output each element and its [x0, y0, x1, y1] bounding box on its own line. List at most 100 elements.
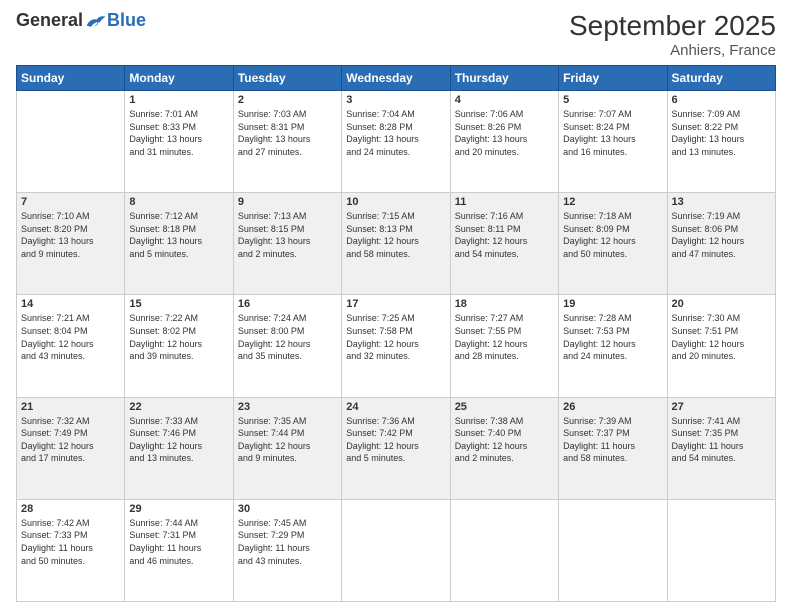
calendar-cell: 24 Sunrise: 7:36 AM Sunset: 7:42 PM Dayli…	[342, 397, 450, 499]
calendar-week-row-2: 7 Sunrise: 7:10 AM Sunset: 8:20 PM Daylig…	[17, 193, 776, 295]
day-number: 18	[455, 298, 554, 310]
day-info: Sunrise: 7:21 AM Sunset: 8:04 PM Dayligh…	[21, 312, 120, 362]
day-number: 5	[563, 94, 662, 106]
day-info: Sunrise: 7:30 AM Sunset: 7:51 PM Dayligh…	[672, 312, 771, 362]
calendar-cell: 4 Sunrise: 7:06 AM Sunset: 8:26 PM Daylig…	[450, 91, 558, 193]
col-thursday: Thursday	[450, 66, 558, 91]
day-info: Sunrise: 7:38 AM Sunset: 7:40 PM Dayligh…	[455, 415, 554, 465]
day-number: 19	[563, 298, 662, 310]
day-number: 8	[129, 196, 228, 208]
day-info: Sunrise: 7:39 AM Sunset: 7:37 PM Dayligh…	[563, 415, 662, 465]
calendar-cell: 29 Sunrise: 7:44 AM Sunset: 7:31 PM Dayli…	[125, 499, 233, 601]
calendar-cell: 12 Sunrise: 7:18 AM Sunset: 8:09 PM Dayli…	[559, 193, 667, 295]
calendar-cell: 1Sunrise: 7:01 AM Sunset: 8:33 PM Daylig…	[125, 91, 233, 193]
calendar-cell	[342, 499, 450, 601]
calendar-table: Sunday Monday Tuesday Wednesday Thursday…	[16, 65, 776, 602]
col-saturday: Saturday	[667, 66, 775, 91]
col-sunday: Sunday	[17, 66, 125, 91]
col-wednesday: Wednesday	[342, 66, 450, 91]
day-number: 20	[672, 298, 771, 310]
day-info: Sunrise: 7:33 AM Sunset: 7:46 PM Dayligh…	[129, 415, 228, 465]
title-block: September 2025 Anhiers, France	[569, 10, 776, 59]
calendar-cell: 16Sunrise: 7:24 AM Sunset: 8:00 PM Dayli…	[233, 295, 341, 397]
day-info: Sunrise: 7:45 AM Sunset: 7:29 PM Dayligh…	[238, 517, 337, 567]
day-number: 28	[21, 503, 120, 515]
day-number: 24	[346, 401, 445, 413]
col-monday: Monday	[125, 66, 233, 91]
calendar-cell: 27Sunrise: 7:41 AM Sunset: 7:35 PM Dayli…	[667, 397, 775, 499]
day-info: Sunrise: 7:35 AM Sunset: 7:44 PM Dayligh…	[238, 415, 337, 465]
main-title: September 2025	[569, 10, 776, 42]
day-number: 23	[238, 401, 337, 413]
calendar-cell: 14 Sunrise: 7:21 AM Sunset: 8:04 PM Dayli…	[17, 295, 125, 397]
day-info: Sunrise: 7:16 AM Sunset: 8:11 PM Dayligh…	[455, 210, 554, 260]
day-info: Sunrise: 7:18 AM Sunset: 8:09 PM Dayligh…	[563, 210, 662, 260]
calendar-cell	[559, 499, 667, 601]
calendar-cell: 25 Sunrise: 7:38 AM Sunset: 7:40 PM Dayli…	[450, 397, 558, 499]
day-number: 1	[129, 94, 228, 106]
calendar-week-row-4: 21Sunrise: 7:32 AM Sunset: 7:49 PM Dayli…	[17, 397, 776, 499]
day-number: 12	[563, 196, 662, 208]
calendar-week-row-3: 14 Sunrise: 7:21 AM Sunset: 8:04 PM Dayli…	[17, 295, 776, 397]
day-number: 13	[672, 196, 771, 208]
logo-bird-icon	[85, 12, 107, 30]
calendar-cell: 5 Sunrise: 7:07 AM Sunset: 8:24 PM Daylig…	[559, 91, 667, 193]
day-info: Sunrise: 7:28 AM Sunset: 7:53 PM Dayligh…	[563, 312, 662, 362]
day-info: Sunrise: 7:03 AM Sunset: 8:31 PM Dayligh…	[238, 108, 337, 158]
day-info: Sunrise: 7:15 AM Sunset: 8:13 PM Dayligh…	[346, 210, 445, 260]
day-number: 3	[346, 94, 445, 106]
day-number: 7	[21, 196, 120, 208]
day-info: Sunrise: 7:07 AM Sunset: 8:24 PM Dayligh…	[563, 108, 662, 158]
day-number: 17	[346, 298, 445, 310]
day-number: 22	[129, 401, 228, 413]
day-number: 4	[455, 94, 554, 106]
day-number: 11	[455, 196, 554, 208]
day-info: Sunrise: 7:25 AM Sunset: 7:58 PM Dayligh…	[346, 312, 445, 362]
day-info: Sunrise: 7:10 AM Sunset: 8:20 PM Dayligh…	[21, 210, 120, 260]
calendar-cell: 18 Sunrise: 7:27 AM Sunset: 7:55 PM Dayli…	[450, 295, 558, 397]
day-number: 15	[129, 298, 228, 310]
col-friday: Friday	[559, 66, 667, 91]
day-number: 16	[238, 298, 337, 310]
day-info: Sunrise: 7:44 AM Sunset: 7:31 PM Dayligh…	[129, 517, 228, 567]
calendar-week-row-1: 1Sunrise: 7:01 AM Sunset: 8:33 PM Daylig…	[17, 91, 776, 193]
day-number: 21	[21, 401, 120, 413]
calendar-cell: 11 Sunrise: 7:16 AM Sunset: 8:11 PM Dayli…	[450, 193, 558, 295]
calendar-cell: 28Sunrise: 7:42 AM Sunset: 7:33 PM Dayli…	[17, 499, 125, 601]
calendar-cell: 19 Sunrise: 7:28 AM Sunset: 7:53 PM Dayli…	[559, 295, 667, 397]
calendar-cell: 30Sunrise: 7:45 AM Sunset: 7:29 PM Dayli…	[233, 499, 341, 601]
calendar-cell: 2 Sunrise: 7:03 AM Sunset: 8:31 PM Daylig…	[233, 91, 341, 193]
calendar-cell: 23 Sunrise: 7:35 AM Sunset: 7:44 PM Dayli…	[233, 397, 341, 499]
day-info: Sunrise: 7:41 AM Sunset: 7:35 PM Dayligh…	[672, 415, 771, 465]
day-info: Sunrise: 7:36 AM Sunset: 7:42 PM Dayligh…	[346, 415, 445, 465]
day-info: Sunrise: 7:12 AM Sunset: 8:18 PM Dayligh…	[129, 210, 228, 260]
calendar-header-row: Sunday Monday Tuesday Wednesday Thursday…	[17, 66, 776, 91]
day-info: Sunrise: 7:04 AM Sunset: 8:28 PM Dayligh…	[346, 108, 445, 158]
day-number: 10	[346, 196, 445, 208]
day-number: 29	[129, 503, 228, 515]
calendar-cell: 8 Sunrise: 7:12 AM Sunset: 8:18 PM Daylig…	[125, 193, 233, 295]
calendar-cell: 13 Sunrise: 7:19 AM Sunset: 8:06 PM Dayli…	[667, 193, 775, 295]
day-number: 2	[238, 94, 337, 106]
logo: General Blue	[16, 10, 146, 31]
calendar-cell: 9 Sunrise: 7:13 AM Sunset: 8:15 PM Daylig…	[233, 193, 341, 295]
calendar-cell	[667, 499, 775, 601]
day-info: Sunrise: 7:19 AM Sunset: 8:06 PM Dayligh…	[672, 210, 771, 260]
calendar-cell: 17 Sunrise: 7:25 AM Sunset: 7:58 PM Dayli…	[342, 295, 450, 397]
day-info: Sunrise: 7:09 AM Sunset: 8:22 PM Dayligh…	[672, 108, 771, 158]
calendar-cell: 6 Sunrise: 7:09 AM Sunset: 8:22 PM Daylig…	[667, 91, 775, 193]
header: General Blue September 2025 Anhiers, Fra…	[16, 10, 776, 59]
day-number: 6	[672, 94, 771, 106]
day-number: 9	[238, 196, 337, 208]
day-number: 14	[21, 298, 120, 310]
subtitle: Anhiers, France	[569, 42, 776, 59]
day-info: Sunrise: 7:13 AM Sunset: 8:15 PM Dayligh…	[238, 210, 337, 260]
day-info: Sunrise: 7:27 AM Sunset: 7:55 PM Dayligh…	[455, 312, 554, 362]
calendar-cell: 22 Sunrise: 7:33 AM Sunset: 7:46 PM Dayli…	[125, 397, 233, 499]
calendar-cell	[450, 499, 558, 601]
calendar-cell: 3 Sunrise: 7:04 AM Sunset: 8:28 PM Daylig…	[342, 91, 450, 193]
day-number: 25	[455, 401, 554, 413]
calendar-cell	[17, 91, 125, 193]
day-info: Sunrise: 7:06 AM Sunset: 8:26 PM Dayligh…	[455, 108, 554, 158]
calendar-cell: 7 Sunrise: 7:10 AM Sunset: 8:20 PM Daylig…	[17, 193, 125, 295]
